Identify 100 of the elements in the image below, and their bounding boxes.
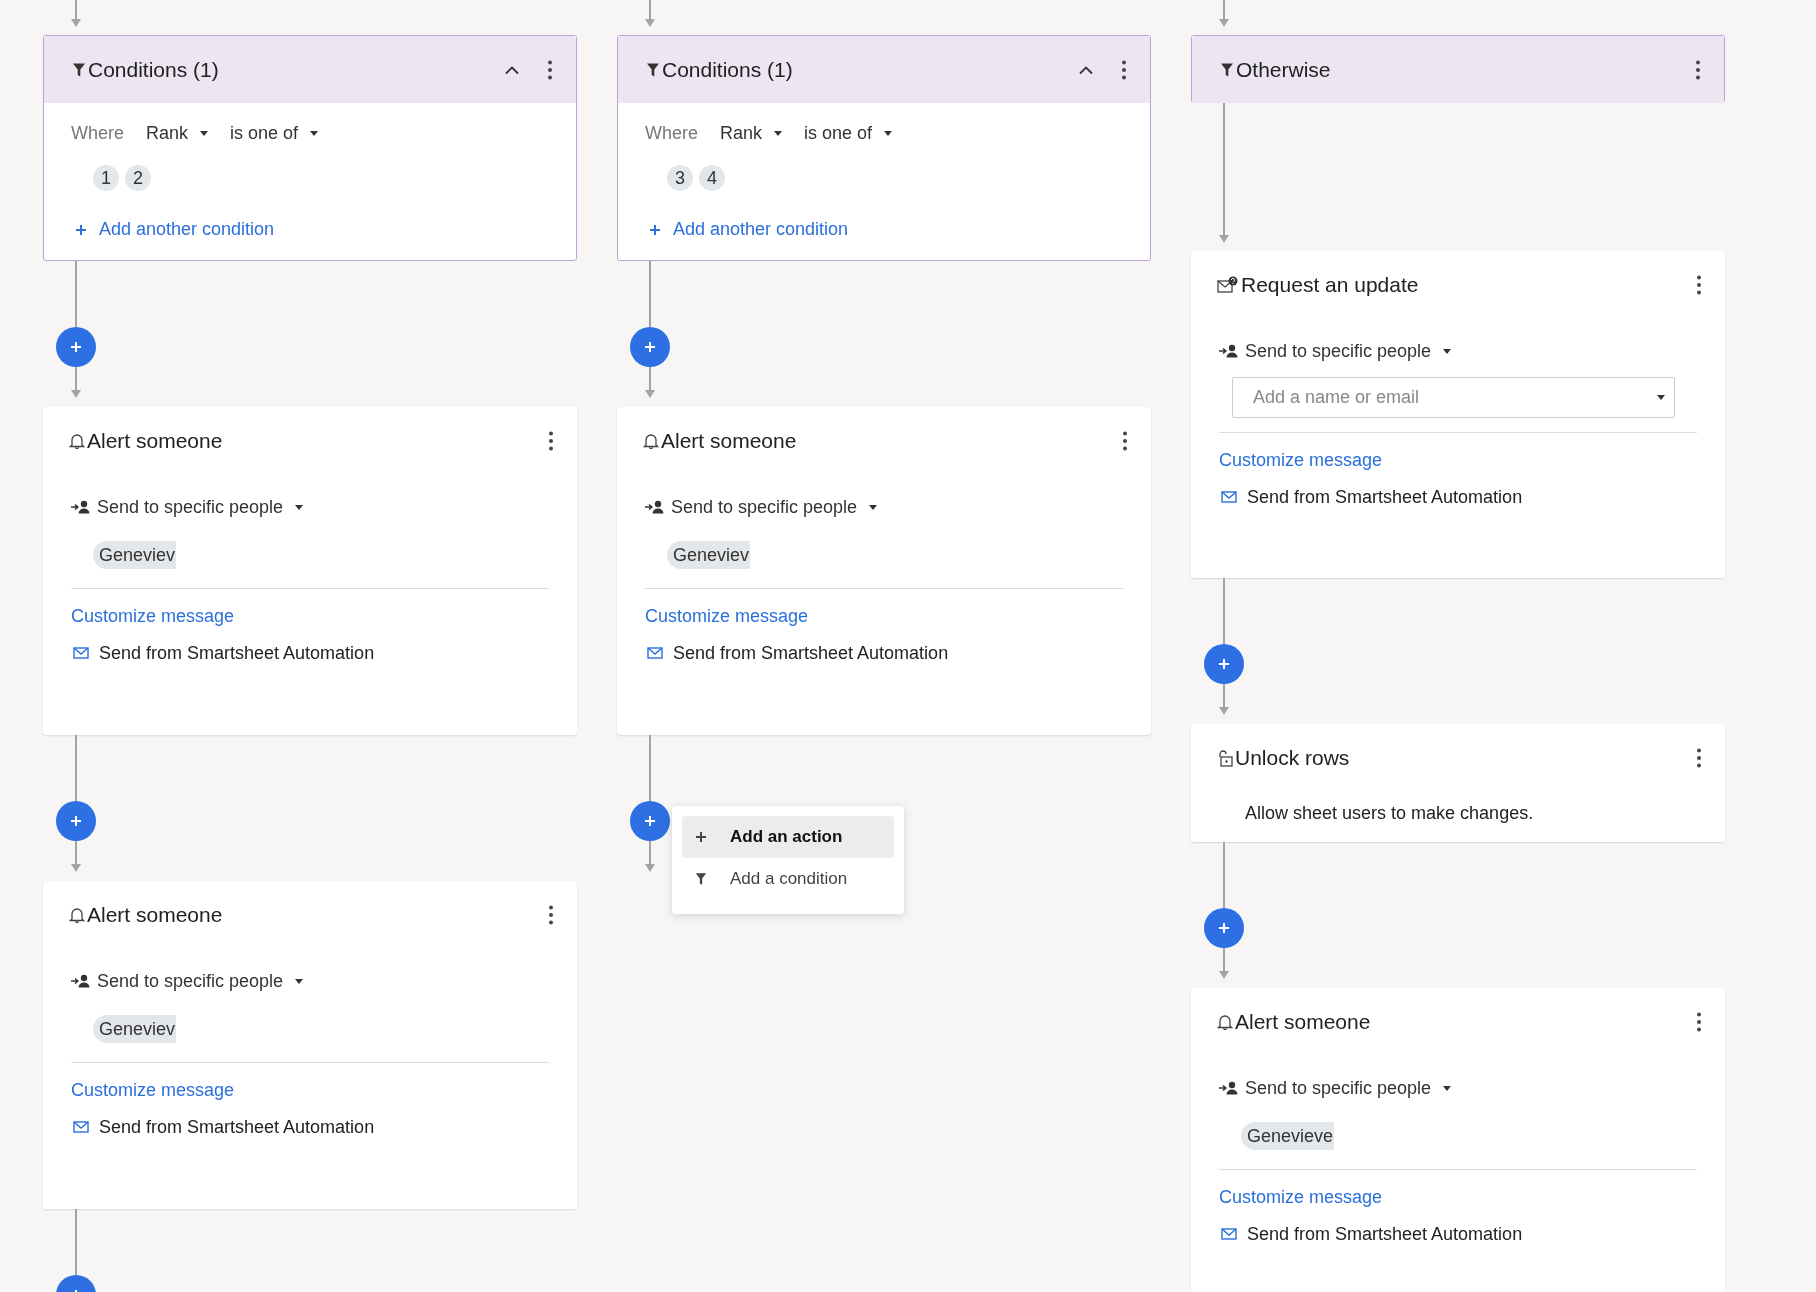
operator-dropdown[interactable]: is one of <box>804 122 893 144</box>
value-chip: 1 <box>93 165 119 191</box>
more-icon[interactable] <box>1697 748 1701 768</box>
more-icon[interactable] <box>548 59 552 80</box>
bell-icon <box>1217 1013 1233 1031</box>
menu-label: Add an action <box>730 827 843 847</box>
padlock-icon <box>1217 749 1233 767</box>
add-step-button[interactable] <box>630 327 670 367</box>
more-icon[interactable] <box>1123 431 1127 451</box>
caret-icon <box>295 978 304 984</box>
connector-arrow <box>1218 684 1230 715</box>
add-condition-link[interactable]: Add another condition <box>75 219 275 240</box>
connector-arrow <box>70 367 82 398</box>
plus-icon <box>1218 658 1230 670</box>
person-arrow-icon <box>1219 1081 1239 1095</box>
filter-icon <box>72 61 86 78</box>
recipient-dropdown[interactable]: Send to specific people <box>1245 1077 1452 1099</box>
caret-icon[interactable] <box>1657 395 1665 400</box>
connector-line <box>649 261 651 327</box>
menu-item[interactable]: Add a condition <box>682 858 894 900</box>
where-label: Where <box>645 122 698 144</box>
connector-line <box>649 735 651 801</box>
recipient-dropdown[interactable]: Send to specific people <box>1245 340 1452 362</box>
recipient-dropdown[interactable]: Send to specific people <box>97 970 304 992</box>
more-icon[interactable] <box>1697 275 1701 295</box>
connector-arrow <box>644 367 656 398</box>
person-arrow-icon <box>1219 344 1239 358</box>
operator-dropdown[interactable]: is one of <box>230 122 319 144</box>
envelope-icon <box>1221 491 1237 503</box>
chevron-icon[interactable] <box>1078 64 1094 75</box>
connector-arrow <box>644 841 656 872</box>
field-dropdown[interactable]: Rank <box>146 122 209 144</box>
add-step-button[interactable] <box>1204 908 1244 948</box>
more-icon[interactable] <box>1122 59 1126 80</box>
sender-text: Send from Smartsheet Automation <box>99 1116 375 1138</box>
customize-message-link[interactable]: Customize message <box>71 604 235 628</box>
plus-icon <box>649 223 661 236</box>
plus-icon <box>70 341 82 353</box>
bell-icon <box>69 906 85 924</box>
recipient-dropdown[interactable]: Send to specific people <box>97 496 304 518</box>
recipient-chip: Geneviev <box>667 541 751 569</box>
value-chip: 4 <box>699 165 725 191</box>
connector-line <box>1223 842 1225 908</box>
more-icon[interactable] <box>1696 59 1700 80</box>
add-condition-link[interactable]: Add another condition <box>649 219 849 240</box>
customize-message-link[interactable]: Customize message <box>1219 1185 1383 1209</box>
recipient-dropdown[interactable]: Send to specific people <box>671 496 878 518</box>
connector-arrow <box>70 0 82 27</box>
connector-line <box>1223 578 1225 644</box>
caret-icon <box>295 504 304 510</box>
card-title: Unlock rows <box>1235 746 1350 770</box>
add-step-button[interactable] <box>56 327 96 367</box>
connector-arrow <box>70 841 82 872</box>
plus-icon <box>644 815 656 827</box>
customize-message-link[interactable]: Customize message <box>645 604 809 628</box>
add-step-button[interactable] <box>630 801 670 841</box>
caret-icon <box>884 130 893 136</box>
plus-icon <box>1218 922 1230 934</box>
menu-label: Add a condition <box>730 869 848 889</box>
add-step-button[interactable] <box>1204 644 1244 684</box>
recipient-input[interactable]: Add a name or email <box>1232 377 1675 418</box>
value-chip: 2 <box>125 165 151 191</box>
connector-arrow <box>1218 948 1230 979</box>
description-text: Allow sheet users to make changes. <box>1245 803 1534 823</box>
plus-icon <box>70 815 82 827</box>
envelope-icon <box>1221 1228 1237 1240</box>
connector-arrow <box>1218 0 1230 27</box>
customize-message-link[interactable]: Customize message <box>1219 448 1383 472</box>
more-icon[interactable] <box>549 905 553 925</box>
plus-icon <box>694 831 708 843</box>
card-title: Alert someone <box>87 903 223 927</box>
card-title: Alert someone <box>661 429 797 453</box>
card-title: Request an update <box>1241 273 1419 297</box>
caret-icon <box>310 130 319 136</box>
caret-icon <box>200 130 209 136</box>
bell-icon <box>643 432 659 450</box>
chevron-icon[interactable] <box>504 64 520 75</box>
caret-icon <box>774 130 783 136</box>
recipient-chip: Genevieve <box>1241 1122 1335 1150</box>
envelope-icon <box>73 1121 89 1133</box>
plus-icon <box>644 341 656 353</box>
card-title: Otherwise <box>1236 57 1331 82</box>
filter-icon <box>646 61 660 78</box>
customize-message-link[interactable]: Customize message <box>71 1078 235 1102</box>
recipient-chip: Geneviev <box>93 541 177 569</box>
value-chip: 3 <box>667 165 693 191</box>
add-step-button[interactable] <box>56 801 96 841</box>
more-icon[interactable] <box>1697 1012 1701 1032</box>
sender-text: Send from Smartsheet Automation <box>99 642 375 664</box>
menu-item[interactable]: Add an action <box>682 816 894 858</box>
plus-icon <box>75 223 87 236</box>
connector-line <box>75 261 77 327</box>
more-icon[interactable] <box>549 431 553 451</box>
connector-line <box>75 735 77 801</box>
field-dropdown[interactable]: Rank <box>720 122 783 144</box>
where-label: Where <box>71 122 124 144</box>
filter-icon <box>694 872 708 886</box>
filter-icon <box>1220 61 1234 78</box>
caret-icon <box>869 504 878 510</box>
bell-icon <box>69 432 85 450</box>
